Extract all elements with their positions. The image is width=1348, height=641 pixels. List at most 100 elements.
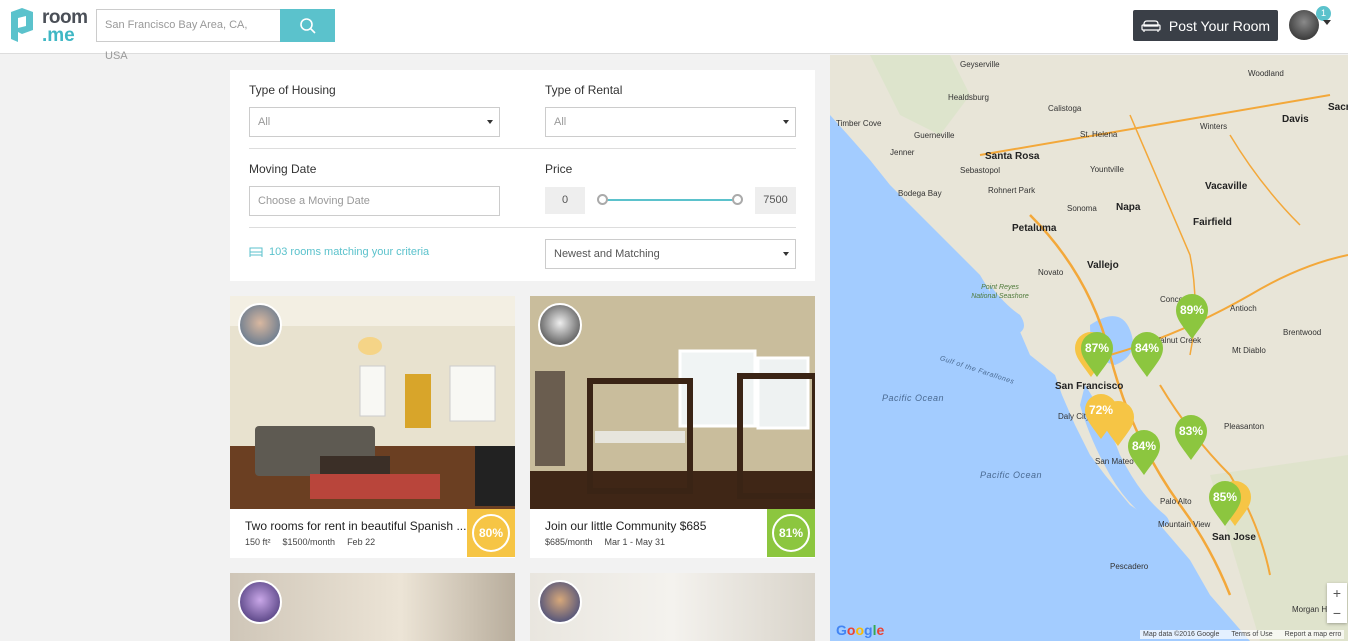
map-place-label: Novato (1038, 268, 1064, 277)
match-count: 103 rooms matching your criteria (249, 246, 429, 258)
zoom-in-button[interactable]: + (1327, 583, 1347, 603)
map-place-label: Davis (1282, 114, 1309, 125)
listing-meta: 150 ft² $1500/month Feb 22 (245, 537, 375, 547)
map-place-label: Geyserville (960, 60, 1000, 69)
listing-price: $685/month (545, 537, 593, 547)
moving-date-label: Moving Date (249, 162, 317, 176)
map-place-label: Timber Cove (836, 119, 882, 128)
map-place-label: San Francisco (1055, 381, 1124, 392)
price-min-value[interactable]: 0 (545, 187, 585, 214)
location-search-input[interactable]: San Francisco Bay Area, CA, USA (96, 9, 280, 62)
pin-percent: 84% (1131, 439, 1157, 453)
rental-type-label: Type of Rental (545, 83, 623, 97)
housing-type-select[interactable]: All (249, 107, 500, 137)
map-view[interactable]: Geyserville Healdsburg Calistoga Timber … (830, 55, 1348, 641)
chevron-down-icon (487, 120, 493, 124)
post-your-room-label: Post Your Room (1168, 17, 1271, 34)
map-place-label: Petaluma (1012, 223, 1057, 234)
map-place-label: Sonoma (1067, 204, 1097, 213)
map-pin-label[interactable]: 89% (1174, 293, 1210, 341)
report-error-link[interactable]: Report a map erro (1285, 631, 1342, 638)
pin-percent: 83% (1178, 424, 1204, 438)
map-zoom-control: + − (1327, 583, 1347, 623)
price-label: Price (545, 162, 573, 176)
map-place-label: Santa Rosa (985, 151, 1040, 162)
listing-card[interactable]: Join our little Community $685 $685/mont… (530, 296, 815, 558)
search-icon (299, 17, 316, 34)
pin-percent: 72% (1088, 403, 1114, 417)
match-score: 80% (472, 514, 510, 552)
map-place-label: Winters (1200, 122, 1228, 131)
listing-meta: $685/month Mar 1 - May 31 (545, 537, 665, 547)
map-pin-label[interactable]: 85% (1207, 480, 1243, 528)
price-slider-min-handle[interactable] (597, 194, 608, 205)
rental-type-select[interactable]: All (545, 107, 796, 137)
sofa-icon (1141, 19, 1161, 32)
chevron-down-icon[interactable] (1323, 20, 1331, 25)
map-place-label: Sacrar (1328, 102, 1348, 113)
price-max-value[interactable]: 7500 (755, 187, 796, 214)
host-avatar[interactable] (538, 303, 582, 347)
map-place-label: Rohnert Park (988, 186, 1036, 195)
listing-card[interactable]: Two rooms for rent in beautiful Spanish … (230, 296, 515, 558)
roomme-logo[interactable]: room .me (8, 6, 90, 46)
notification-badge[interactable]: 1 (1316, 6, 1331, 21)
logo-mark-icon (11, 8, 33, 42)
match-count-text: 103 rooms matching your criteria (269, 246, 430, 258)
listing-card[interactable] (530, 573, 815, 641)
map-place-label: Fairfield (1193, 217, 1232, 228)
listing-title[interactable]: Join our little Community $685 (545, 519, 706, 533)
map-park-label: Point Reyes National Seashore (971, 284, 1029, 300)
map-place-label: Sebastopol (960, 166, 1001, 175)
map-pin-label[interactable]: 72% (1083, 393, 1119, 441)
search-button[interactable] (280, 9, 335, 42)
pin-percent: 85% (1212, 490, 1238, 504)
housing-type-label: Type of Housing (249, 83, 336, 97)
price-slider-max-handle[interactable] (732, 194, 743, 205)
listing-card[interactable] (230, 573, 515, 641)
divider (249, 148, 796, 149)
host-avatar[interactable] (538, 580, 582, 624)
google-logo[interactable]: Google (836, 622, 884, 638)
map-place-label: Healdsburg (948, 93, 989, 102)
map-place-label: Mountain View (1158, 520, 1211, 529)
host-avatar[interactable] (238, 580, 282, 624)
map-place-label: Calistoga (1048, 104, 1082, 113)
host-avatar[interactable] (238, 303, 282, 347)
match-score: 81% (772, 514, 810, 552)
map-place-label: Guerneville (914, 131, 955, 140)
map-place-label: Antioch (1230, 304, 1257, 313)
listing-title[interactable]: Two rooms for rent in beautiful Spanish … (245, 519, 466, 533)
map-place-label: Yountville (1090, 165, 1124, 174)
pin-percent: 84% (1134, 341, 1160, 355)
map-place-label: Jenner (890, 148, 915, 157)
map-place-label: Bodega Bay (898, 189, 942, 198)
housing-type-value: All (258, 116, 271, 128)
map-place-label: Napa (1116, 202, 1141, 213)
listing-size: 150 ft² (245, 537, 271, 547)
match-score-badge: 80% (467, 509, 515, 557)
terms-of-use-link[interactable]: Terms of Use (1231, 631, 1272, 638)
chevron-down-icon (783, 120, 789, 124)
moving-date-input[interactable]: Choose a Moving Date (249, 186, 500, 216)
map-pin-label[interactable]: 84% (1129, 331, 1165, 379)
zoom-out-button[interactable]: − (1327, 603, 1347, 623)
price-slider-track[interactable] (603, 199, 738, 201)
map-data-attribution: Map data ©2016 Google (1143, 631, 1220, 638)
map-footer: Map data ©2016 Google Terms of Use Repor… (1140, 630, 1345, 639)
bed-icon (249, 247, 263, 257)
top-header: room .me San Francisco Bay Area, CA, USA… (0, 0, 1348, 62)
user-avatar[interactable] (1289, 10, 1319, 40)
post-your-room-button[interactable]: Post Your Room (1133, 10, 1278, 41)
map-pin-label[interactable]: 83% (1173, 414, 1209, 462)
map-place-label: Vacaville (1205, 181, 1248, 192)
map-place-label: Pleasanton (1224, 422, 1265, 431)
sort-select[interactable]: Newest and Matching (545, 239, 796, 269)
map-place-label: Brentwood (1283, 328, 1322, 337)
map-ocean-label: Pacific Ocean (882, 393, 945, 403)
map-pin-label[interactable]: 87% (1079, 331, 1115, 379)
map-pin-label[interactable]: 84% (1126, 429, 1162, 477)
map-place-label: St. Helena (1080, 130, 1118, 139)
map-place-label: Vallejo (1087, 260, 1119, 271)
map-place-label: Mt Diablo (1232, 346, 1266, 355)
